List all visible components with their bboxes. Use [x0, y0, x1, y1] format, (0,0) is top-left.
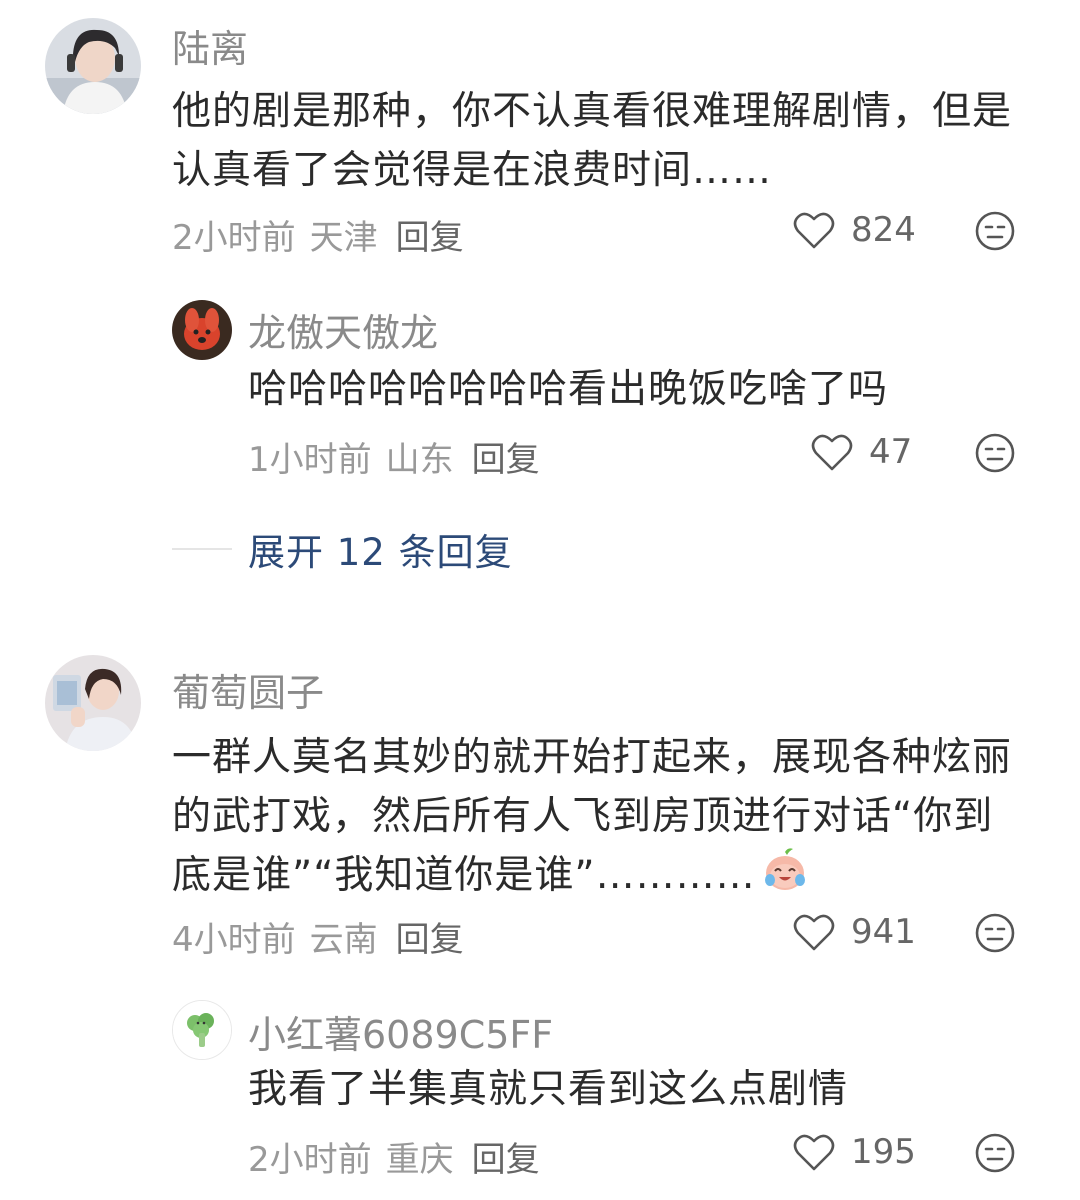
comment-text: 哈哈哈哈哈哈哈哈看出晚饭吃啥了吗 [248, 367, 889, 412]
avatar[interactable] [172, 300, 232, 360]
comment-meta: 2小时前 重庆 回复 [248, 1132, 554, 1181]
expand-replies-button[interactable]: 展开 12 条回复 [172, 522, 513, 576]
like-button[interactable]: 941 [793, 912, 916, 952]
dislike-button[interactable] [974, 432, 1016, 478]
heart-outline-icon [793, 914, 835, 951]
comment-meta: 1小时前 山东 回复 [248, 432, 554, 481]
comment-time: 2小时前 [248, 1140, 372, 1180]
like-count: 941 [851, 912, 916, 952]
dislike-button[interactable] [974, 1132, 1016, 1178]
avatar[interactable] [45, 655, 141, 751]
heart-outline-icon [793, 212, 835, 249]
heart-outline-icon [793, 1134, 835, 1171]
dislike-button[interactable] [974, 912, 1016, 958]
comment-time: 2小时前 [172, 218, 296, 258]
meh-face-icon [975, 913, 1015, 953]
like-count: 195 [851, 1132, 916, 1172]
expand-replies-label: 展开 12 条回复 [248, 531, 513, 574]
comment-meta: 2小时前 天津 回复 [172, 210, 478, 259]
reply-button[interactable]: 回复 [396, 218, 464, 258]
comment-text: 我看了半集真就只看到这么点剧情 [248, 1067, 849, 1112]
comment-location: 天津 [309, 218, 378, 258]
comment-meta: 4小时前 云南 回复 [172, 912, 478, 961]
comment-text: 一群人莫名其妙的就开始打起来，展现各种炫丽的武打戏，然后所有人飞到房顶进行对话“… [172, 728, 1022, 909]
avatar[interactable] [172, 1000, 232, 1060]
divider [172, 548, 232, 550]
comment-location: 山东 [385, 440, 454, 480]
reply-button[interactable]: 回复 [472, 440, 540, 480]
meh-face-icon [975, 211, 1015, 251]
comment-time: 4小时前 [172, 920, 296, 960]
like-button[interactable]: 195 [793, 1132, 916, 1172]
comment-location: 重庆 [385, 1140, 454, 1180]
meh-face-icon [975, 1133, 1015, 1173]
username[interactable]: 葡萄圆子 [172, 662, 324, 717]
meh-face-icon [975, 433, 1015, 473]
comment-text-body: 一群人莫名其妙的就开始打起来，展现各种炫丽的武打戏，然后所有人飞到房顶进行对话“… [172, 735, 1013, 898]
heart-outline-icon [811, 434, 853, 471]
comment-time: 1小时前 [248, 440, 372, 480]
crying-laughing-peach-emoji [760, 846, 810, 909]
avatar[interactable] [45, 18, 141, 114]
dislike-button[interactable] [974, 210, 1016, 256]
comment-location: 云南 [309, 920, 378, 960]
reply-button[interactable]: 回复 [472, 1140, 540, 1180]
reply-button[interactable]: 回复 [396, 920, 464, 960]
username[interactable]: 小红薯6089C5FF [248, 1004, 553, 1059]
username[interactable]: 陆离 [172, 18, 248, 73]
like-count: 47 [869, 432, 913, 472]
comment-text: 他的剧是那种，你不认真看很难理解剧情，但是认真看了会觉得是在浪费时间…… [172, 89, 1013, 193]
like-count: 824 [851, 210, 916, 250]
like-button[interactable]: 824 [793, 210, 916, 250]
username[interactable]: 龙傲天傲龙 [248, 302, 438, 357]
like-button[interactable]: 47 [811, 432, 912, 472]
